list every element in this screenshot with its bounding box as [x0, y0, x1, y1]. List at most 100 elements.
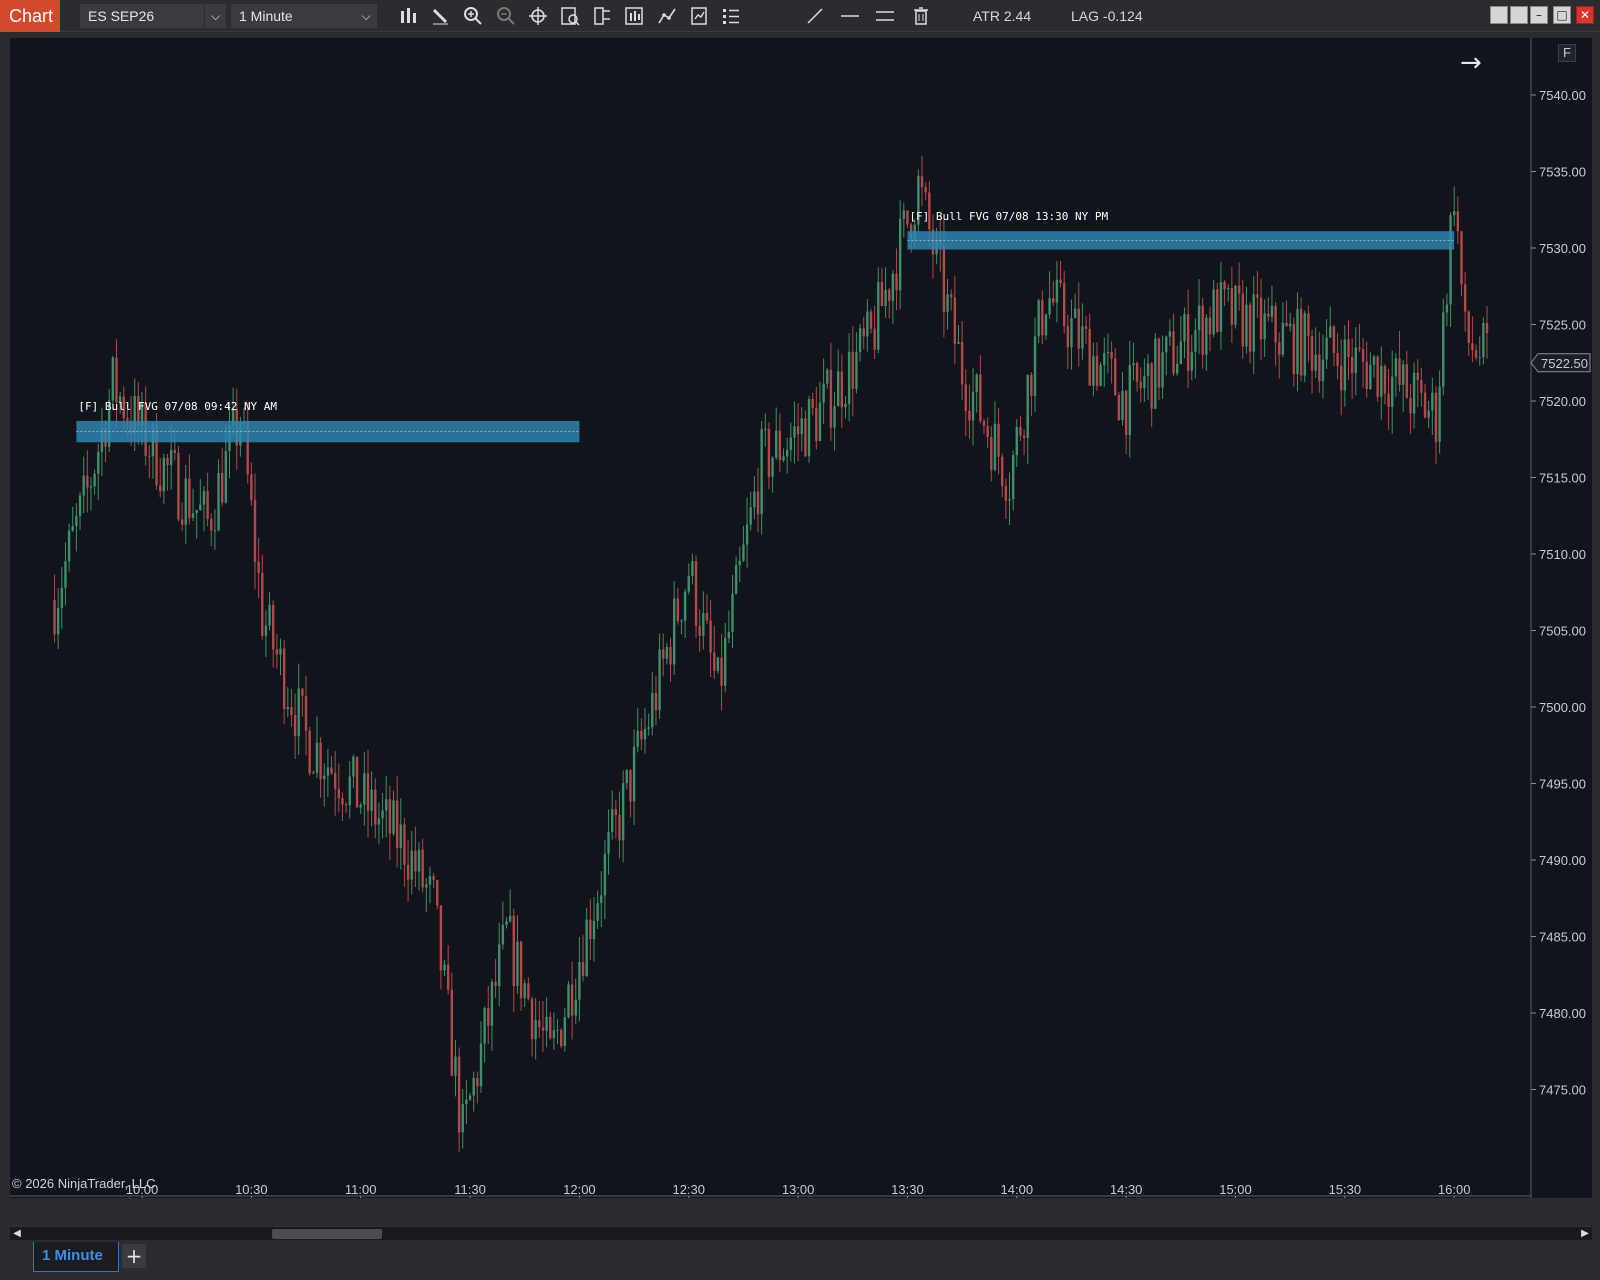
double-line-icon[interactable]	[873, 5, 897, 27]
candle-body	[498, 944, 501, 987]
arrow-right-icon[interactable]: →	[1460, 48, 1490, 78]
candle-body	[1183, 314, 1186, 342]
candle-body	[53, 599, 56, 635]
trash-icon[interactable]	[909, 5, 933, 27]
scrollbar-thumb[interactable]	[272, 1229, 382, 1239]
down-candle	[997, 408, 1000, 475]
scroll-left-icon[interactable]: ◀	[10, 1227, 24, 1241]
chart-panel[interactable]: [F] Bull FVG 07/08 09:42 NY AM [F] Bull F…	[10, 38, 1592, 1198]
up-candle	[971, 368, 975, 446]
candle-body	[1088, 328, 1091, 386]
zoom-out-icon[interactable]	[494, 5, 518, 27]
up-candle	[468, 1092, 472, 1101]
chart-title-tab[interactable]: Chart	[0, 0, 60, 32]
price-chart[interactable]: [F] Bull FVG 07/08 09:42 NY AM [F] Bull F…	[10, 38, 1592, 1198]
candle-body	[184, 478, 187, 525]
down-candle	[895, 248, 898, 311]
up-candle	[1143, 358, 1146, 403]
strategies-icon[interactable]	[687, 5, 711, 27]
candle-body	[1310, 336, 1314, 371]
scroll-right-icon[interactable]: ▶	[1578, 1227, 1592, 1241]
down-candle	[570, 961, 574, 1040]
maximize-button[interactable]: □	[1553, 6, 1571, 24]
candle-body	[414, 850, 417, 872]
up-candle	[465, 1080, 468, 1125]
horizontal-scrollbar[interactable]: ◀ ▶	[10, 1226, 1592, 1240]
candle-body	[1350, 356, 1354, 373]
object-list-icon[interactable]	[719, 5, 743, 27]
candle-body	[530, 999, 534, 1040]
candle-body	[1143, 376, 1146, 389]
chevron-down-icon[interactable]: ⌵	[355, 4, 377, 28]
price-tick-label: 7495.00	[1539, 777, 1586, 792]
candle-body	[1084, 326, 1088, 329]
candle-body	[86, 475, 89, 488]
down-candle	[1420, 367, 1423, 407]
horizontal-line-icon[interactable]	[838, 5, 862, 27]
time-tick-label: 10:30	[235, 1182, 268, 1197]
candle-body	[745, 524, 749, 545]
candle-body	[993, 423, 997, 470]
candle-body	[1354, 347, 1357, 373]
candle-body	[1186, 314, 1190, 371]
candle-body	[1292, 323, 1296, 375]
up-candle	[279, 638, 282, 676]
up-candle	[1015, 419, 1018, 468]
bar-type-icon[interactable]	[396, 5, 420, 27]
candle-body	[1241, 293, 1244, 347]
down-candle	[618, 791, 621, 859]
down-candle	[815, 386, 818, 450]
candle-body	[541, 1027, 545, 1031]
up-candle	[428, 866, 432, 904]
up-candle	[800, 407, 803, 452]
f-button[interactable]: F	[1558, 44, 1576, 62]
candle-body	[716, 657, 720, 671]
chart-window: Chart ES SEP26 ⌵ 1 Minute ⌵ ATR 2.44 LAG…	[0, 0, 1600, 1280]
window-option-icon[interactable]	[1490, 6, 1508, 24]
close-button[interactable]: ✕	[1576, 6, 1594, 24]
down-candle	[1022, 429, 1026, 456]
up-candle	[822, 358, 825, 424]
indicators-icon[interactable]	[655, 5, 679, 27]
pencil-icon[interactable]	[428, 5, 452, 27]
chevron-down-icon[interactable]: ⌵	[204, 4, 226, 28]
down-candle	[1201, 298, 1204, 369]
down-candle	[374, 778, 377, 839]
candle-body	[574, 999, 577, 1016]
up-candle	[523, 979, 526, 1007]
up-candle	[534, 998, 537, 1060]
up-candle	[162, 453, 166, 504]
crosshair-icon[interactable]	[526, 5, 550, 27]
fvg-label: [F] Bull FVG 07/08 09:42 NY AM	[78, 400, 277, 413]
up-candle	[789, 422, 793, 462]
tab-1-minute[interactable]: 1 Minute	[33, 1242, 119, 1272]
candle-body	[1438, 386, 1441, 442]
candle-body	[381, 810, 384, 819]
candle-body	[858, 328, 862, 353]
fit-icon[interactable]	[622, 5, 646, 27]
candle-body	[654, 693, 658, 711]
candle-body	[1216, 289, 1219, 332]
down-candle	[953, 276, 957, 365]
zoom-in-icon[interactable]	[461, 5, 485, 27]
up-candle	[1194, 318, 1197, 379]
candle-body	[1347, 339, 1350, 357]
up-candle	[67, 523, 71, 572]
instrument-selector[interactable]: ES SEP26 ⌵	[80, 4, 226, 28]
window-option-icon[interactable]	[1510, 6, 1528, 24]
minimize-button[interactable]: –	[1530, 6, 1548, 24]
draw-line-icon[interactable]	[803, 5, 827, 27]
candle-body	[363, 773, 366, 805]
timeframe-selector[interactable]: 1 Minute ⌵	[231, 4, 377, 28]
candle-body	[1237, 285, 1241, 294]
candle-body	[840, 371, 844, 408]
up-candle	[1453, 186, 1456, 227]
properties-icon[interactable]	[590, 5, 614, 27]
data-box-icon[interactable]	[558, 5, 582, 27]
candle-body	[446, 964, 450, 990]
up-candle	[826, 367, 829, 389]
add-tab-button[interactable]: +	[122, 1244, 146, 1268]
candle-body	[344, 804, 348, 806]
up-candle	[381, 792, 384, 839]
up-candle	[498, 922, 501, 1007]
